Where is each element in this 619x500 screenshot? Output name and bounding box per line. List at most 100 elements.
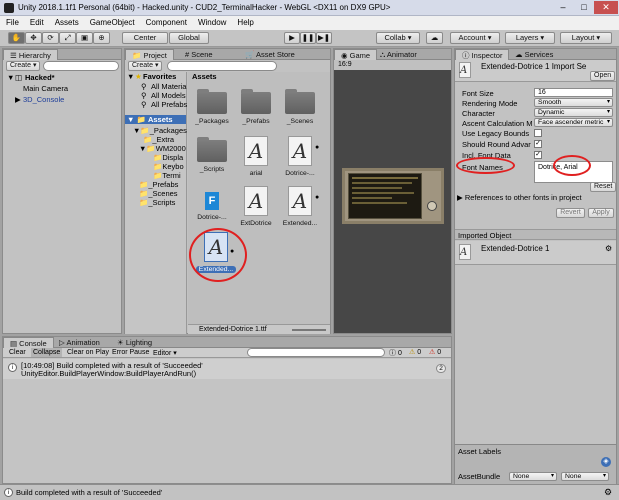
tab-hierarchy[interactable]: ☰ Hierarchy (3, 49, 58, 60)
tree-item-scripts[interactable]: 📁 _Scripts (139, 198, 175, 207)
rendering-mode-dropdown[interactable]: Smooth (534, 98, 613, 107)
favorite-all-models[interactable]: All Models (151, 91, 186, 100)
collapse-button[interactable]: Collapse (31, 348, 63, 357)
tab-lighting[interactable]: ☀ Lighting (111, 337, 158, 348)
editor-dropdown[interactable]: Editor ▾ (153, 349, 177, 357)
imported-object-row[interactable]: A Extended-Dotrice 1 ⚙ (455, 241, 616, 265)
asset-dotrice-font[interactable]: A Dotrice-... (280, 136, 320, 177)
open-button[interactable]: Open (590, 71, 616, 81)
tree-item-prefabs[interactable]: 📁 _Prefabs (139, 180, 178, 189)
menu-assets[interactable]: Assets (49, 16, 84, 27)
tab-inspector[interactable]: ⓘ Inspector (455, 49, 510, 60)
error-pause-button[interactable]: Error Pause (112, 349, 149, 356)
tree-item-wm2000[interactable]: ▼📁 WM2000 (139, 144, 186, 153)
tab-services[interactable]: ☁ Services (509, 49, 559, 60)
revert-button[interactable]: Revert (556, 208, 585, 218)
reset-button[interactable]: Reset (590, 182, 617, 192)
tab-game[interactable]: ◉ Game (334, 49, 378, 60)
menu-edit[interactable]: Edit (24, 16, 49, 27)
tab-asset-store[interactable]: 🛒 Asset Store (239, 49, 301, 60)
play-button[interactable]: ▶ (284, 32, 300, 44)
hierarchy-create-button[interactable]: Create ▾ (6, 61, 41, 71)
console-log-entry[interactable]: i [10:49:08] Build completed with a resu… (3, 359, 451, 379)
scene-name[interactable]: Hacked* (25, 73, 55, 82)
incl-font-data-checkbox[interactable]: ✓ (534, 151, 542, 159)
assetbundle-dropdown[interactable]: None (509, 472, 557, 481)
use-legacy-bounds-checkbox[interactable] (534, 129, 542, 137)
tree-item-terminal[interactable]: 📁 Termi (153, 171, 181, 180)
move-tool-button[interactable]: ✥ (25, 32, 42, 44)
project-search-input[interactable] (167, 61, 277, 71)
icon-size-slider[interactable] (292, 329, 326, 331)
references-foldout[interactable]: ▶ References to other fonts in project (457, 193, 582, 202)
hand-tool-button[interactable]: ✋ (8, 32, 25, 44)
assets-breadcrumb[interactable]: Assets (192, 72, 217, 81)
assetbundle-variant-dropdown[interactable]: None (561, 472, 609, 481)
warning-count-icon[interactable]: ⚠ 0 (409, 348, 421, 356)
bug-report-icon[interactable]: ⚙ (604, 487, 612, 498)
should-round-advance-checkbox[interactable]: ✓ (534, 140, 542, 148)
scene-foldout-icon[interactable]: ▼ (7, 73, 14, 82)
transform-tool-button[interactable]: ⊕ (93, 32, 110, 44)
foldout-right-icon[interactable]: ▶ (15, 95, 21, 104)
asset-dotrice-script[interactable]: F Dotrice-... (192, 186, 232, 221)
collab-dropdown[interactable]: Collab ▾ (376, 32, 420, 44)
tab-animator[interactable]: ⛬ Animator (374, 49, 423, 60)
tree-item-packages[interactable]: ▼📁 _Packages (133, 126, 187, 135)
menu-window[interactable]: Window (192, 16, 231, 27)
tag-icon[interactable]: ◈ (601, 457, 611, 467)
assets-tree-root[interactable]: ▼ 📁 Assets (125, 115, 186, 124)
layers-dropdown[interactable]: Layers ▾ (505, 32, 555, 44)
scale-tool-button[interactable]: ⤢ (59, 32, 76, 44)
tree-item-scenes[interactable]: 📁 _Scenes (139, 189, 178, 198)
favorites-label[interactable]: Favorites (143, 72, 176, 81)
layout-dropdown[interactable]: Layout ▾ (560, 32, 612, 44)
pivot-center-button[interactable]: Center (122, 32, 168, 44)
menu-component[interactable]: Component (140, 16, 192, 27)
tab-animation[interactable]: ▷ Animation (53, 337, 106, 348)
global-button[interactable]: Global (169, 32, 209, 44)
asset-scripts-folder[interactable]: _Scripts (192, 136, 232, 173)
pause-button[interactable]: ❚❚ (300, 32, 316, 44)
aspect-dropdown[interactable]: 16:9 (338, 61, 352, 68)
expand-arrow-icon[interactable]: ● (315, 144, 319, 151)
minimize-button[interactable]: – (553, 1, 573, 14)
favorites-foldout-icon[interactable]: ▼ (127, 72, 134, 81)
expand-arrow-icon[interactable]: ● (315, 194, 319, 201)
cloud-icon[interactable]: ☁ (426, 32, 443, 44)
step-button[interactable]: ▶❚ (316, 32, 332, 44)
hierarchy-search-input[interactable] (43, 61, 119, 71)
tree-item-display[interactable]: 📁 Displa (153, 153, 183, 162)
maximize-button[interactable]: □ (574, 1, 594, 14)
ascent-calculation-dropdown[interactable]: Face ascender metric (534, 118, 613, 127)
asset-arial-font[interactable]: Aarial (236, 136, 276, 177)
error-count-icon[interactable]: ⚠ 0 (429, 348, 441, 356)
favorite-all-materials[interactable]: All Materia (151, 82, 186, 91)
hierarchy-item-main-camera[interactable]: Main Camera (23, 84, 68, 93)
project-create-button[interactable]: Create ▾ (128, 61, 163, 71)
asset-packages-folder[interactable]: _Packages (192, 88, 232, 125)
close-button[interactable]: ✕ (594, 1, 618, 14)
tab-console[interactable]: ▤ Console (3, 337, 54, 348)
asset-extended-font[interactable]: A Extended... (280, 186, 320, 227)
menu-gameobject[interactable]: GameObject (84, 16, 140, 27)
asset-prefabs-folder[interactable]: _Prefabs (236, 88, 276, 125)
tree-item-extra[interactable]: 📁 _Extra (143, 135, 174, 144)
rect-tool-button[interactable]: ▣ (76, 32, 93, 44)
menu-file[interactable]: File (0, 16, 24, 27)
tab-scene[interactable]: # Scene (179, 49, 219, 60)
favorite-all-prefabs[interactable]: All Prefabs (151, 100, 187, 109)
clear-button[interactable]: Clear (9, 349, 26, 356)
apply-button[interactable]: Apply (588, 208, 614, 218)
asset-scenes-folder[interactable]: _Scenes (280, 88, 320, 125)
info-count-icon[interactable]: ⓘ 0 (389, 348, 402, 358)
asset-extdotrice-font[interactable]: A ExtDotrice (236, 186, 276, 227)
settings-gear-icon[interactable]: ⚙ (605, 244, 612, 253)
tree-item-keyboard[interactable]: 📁 Keybo (153, 162, 184, 171)
character-dropdown[interactable]: Dynamic (534, 108, 613, 117)
hierarchy-item-3d-console[interactable]: 3D_Console (23, 95, 64, 104)
console-search-input[interactable] (247, 348, 385, 357)
clear-on-play-button[interactable]: Clear on Play (67, 349, 109, 356)
font-size-field[interactable]: 16 (534, 88, 613, 97)
tab-project[interactable]: 📁 Project (125, 49, 174, 60)
